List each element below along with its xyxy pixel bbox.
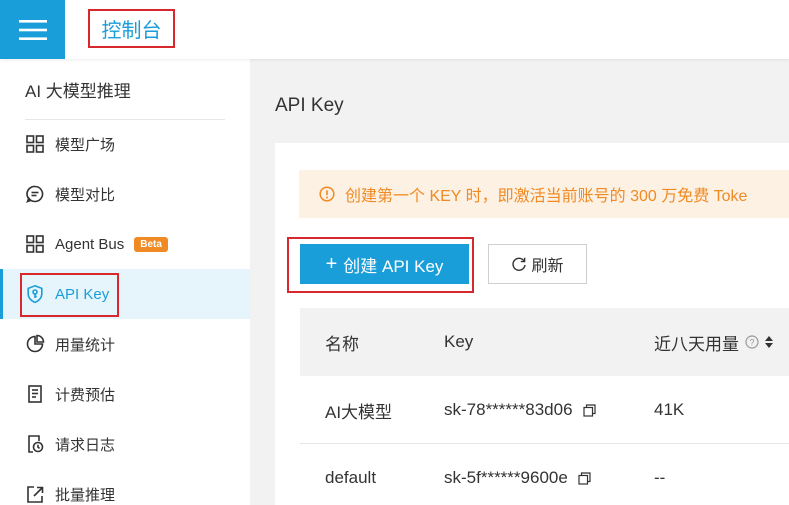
clock-file-icon xyxy=(25,434,45,454)
sidebar-item-agent-bus[interactable]: Agent Bus Beta xyxy=(0,219,250,269)
sidebar-item-label: API Key xyxy=(55,285,110,303)
key-value-cell: sk-78******83d06 xyxy=(444,376,596,444)
sidebar-item-billing-estimate[interactable]: 计费预估 xyxy=(0,369,250,419)
column-header-usage[interactable]: 近八天用量 ? xyxy=(654,308,774,376)
key-value: sk-5f******9600e xyxy=(444,468,568,487)
table-row: default sk-5f******9600e -- xyxy=(300,444,789,505)
key-name-cell: AI大模型 xyxy=(325,402,393,422)
sidebar-item-usage-stats[interactable]: 用量统计 xyxy=(0,319,250,369)
table-row: AI大模型 sk-78******83d06 41K xyxy=(300,376,789,444)
alert-text: 创建第一个 KEY 时，即激活当前账号的 300 万免费 Toke xyxy=(345,188,748,205)
key-value-cell: sk-5f******9600e xyxy=(444,444,591,505)
receipt-icon xyxy=(25,384,45,404)
svg-text:?: ? xyxy=(749,337,754,347)
sidebar-item-batch-inference[interactable]: 批量推理 xyxy=(0,469,250,505)
help-icon[interactable]: ? xyxy=(745,335,759,349)
menu-button[interactable] xyxy=(0,0,65,59)
refresh-icon xyxy=(512,257,527,271)
usage-cell: 41K xyxy=(654,400,685,419)
console-title[interactable]: 控制台 xyxy=(88,9,175,48)
key-name-cell: default xyxy=(325,468,377,487)
sidebar-item-label: 请求日志 xyxy=(55,436,116,454)
warning-info-icon xyxy=(319,186,335,202)
top-bar: 控制台 xyxy=(0,0,789,59)
sidebar-item-label: 用量统计 xyxy=(55,336,116,354)
free-token-alert: 创建第一个 KEY 时，即激活当前账号的 300 万免费 Toke xyxy=(299,170,789,218)
create-api-key-button[interactable]: + 创建 API Key xyxy=(300,244,469,284)
key-value: sk-78******83d06 xyxy=(444,400,573,419)
sidebar-item-label: 批量推理 xyxy=(55,486,116,504)
copy-icon[interactable] xyxy=(582,403,596,417)
copy-icon[interactable] xyxy=(578,471,591,485)
page-title: API Key xyxy=(275,95,344,116)
pie-chart-icon xyxy=(25,334,45,354)
grid-icon xyxy=(25,234,45,254)
refresh-button-label: 刷新 xyxy=(531,258,564,275)
hamburger-menu-icon xyxy=(18,19,47,40)
sidebar-item-label: Agent Bus xyxy=(55,235,125,253)
grid-icon xyxy=(25,134,45,154)
sidebar-heading: AI 大模型推理 xyxy=(25,82,131,101)
plus-icon: + xyxy=(325,252,338,275)
export-icon xyxy=(25,484,45,504)
sidebar-item-request-log[interactable]: 请求日志 xyxy=(0,419,250,469)
table-header: 名称 Key 近八天用量 ? xyxy=(300,308,789,376)
sidebar: AI 大模型推理 模型广场 模型对比 Agent Bus Beta API Ke… xyxy=(0,59,250,505)
shield-key-icon xyxy=(25,284,45,304)
chat-compare-icon xyxy=(25,184,45,204)
column-header-key: Key xyxy=(444,332,474,351)
sidebar-item-api-key[interactable]: API Key xyxy=(0,269,250,319)
create-button-label: 创建 API Key xyxy=(343,256,444,276)
sidebar-item-model-square[interactable]: 模型广场 xyxy=(0,119,250,169)
refresh-button[interactable]: 刷新 xyxy=(488,244,587,284)
column-header-name: 名称 xyxy=(325,334,359,354)
usage-cell: -- xyxy=(654,468,666,487)
column-header-usage-label: 近八天用量 xyxy=(654,334,739,354)
sidebar-item-model-compare[interactable]: 模型对比 xyxy=(0,169,250,219)
sidebar-item-label: 模型广场 xyxy=(55,136,116,154)
sidebar-item-label: 计费预估 xyxy=(55,386,116,404)
sort-icon[interactable] xyxy=(764,335,774,349)
sidebar-item-label: 模型对比 xyxy=(55,186,116,204)
beta-badge: Beta xyxy=(134,236,168,252)
